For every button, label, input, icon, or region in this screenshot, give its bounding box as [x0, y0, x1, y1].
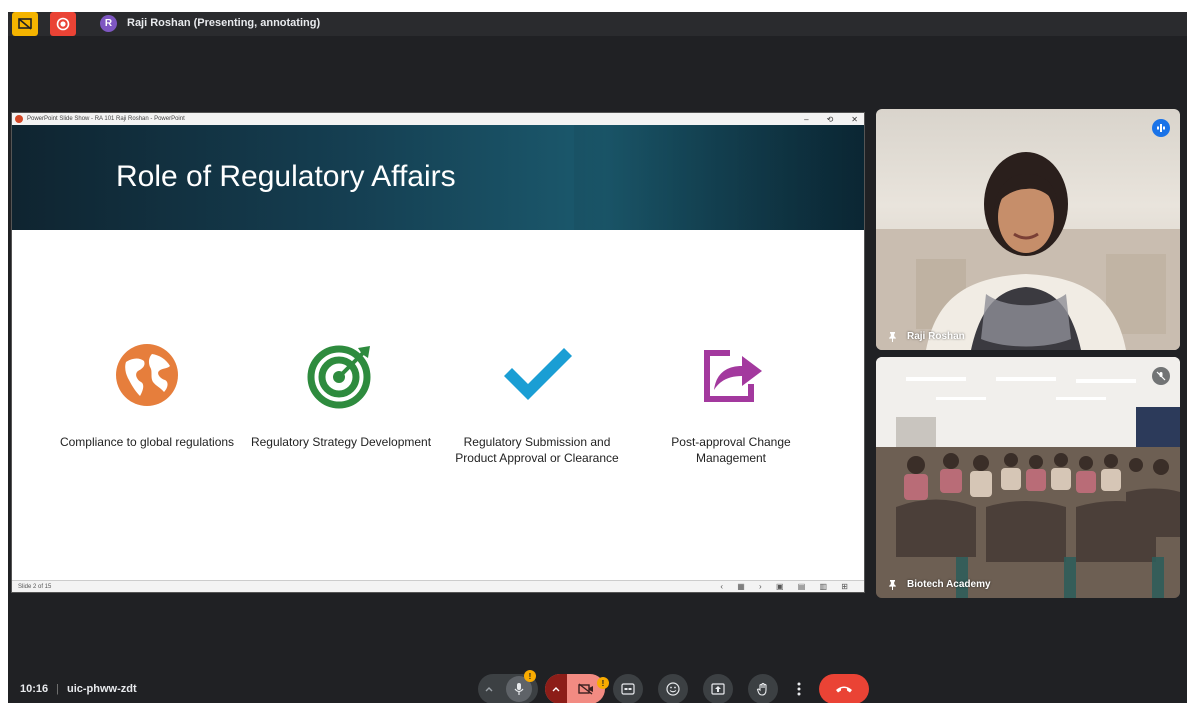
chevron-up-icon: [552, 687, 560, 692]
mic-warning-badge: !: [524, 670, 536, 682]
restore-button[interactable]: ⟲: [827, 115, 834, 124]
info-separator: |: [56, 683, 59, 695]
pin-icon[interactable]: [888, 331, 897, 342]
participant-name-label: Biotech Academy: [907, 579, 991, 590]
presentation-window: PowerPoint Slide Show - RA 101 Raji Rosh…: [11, 112, 865, 593]
pin-icon[interactable]: [888, 579, 897, 590]
emoji-icon: [666, 682, 680, 696]
record-icon: [56, 17, 70, 31]
captions-button[interactable]: [613, 674, 643, 703]
slide-body: Compliance to global regulations Regulat…: [12, 230, 864, 582]
globe-icon: [116, 344, 178, 406]
participant-name: Raji Roshan: [888, 331, 965, 342]
participant-name-label: Raji Roshan: [907, 331, 965, 342]
checkmark-icon: [504, 348, 572, 400]
participant-tile[interactable]: Raji Roshan: [876, 109, 1180, 350]
participant-video: [876, 357, 1180, 598]
slide-counter: Slide 2 of 15: [18, 584, 52, 590]
participant-name: Biotech Academy: [888, 579, 991, 590]
meet-window: R Raji Roshan (Presenting, annotating) P…: [8, 12, 1187, 703]
more-options-button[interactable]: [789, 674, 809, 703]
participant-tile[interactable]: Biotech Academy: [876, 357, 1180, 598]
pp-titlebar: PowerPoint Slide Show - RA 101 Raji Rosh…: [12, 113, 864, 125]
mic-button[interactable]: !: [506, 670, 536, 702]
present-button[interactable]: [703, 674, 733, 703]
reactions-button[interactable]: [658, 674, 688, 703]
feature-strategy: Regulatory Strategy Development: [246, 340, 436, 451]
participant-video: [876, 152, 1180, 350]
slide-nav-controls[interactable]: ‹ ▦ › ▣ ▤ ▥ ⊞: [720, 582, 854, 591]
camera-off-icon: [578, 683, 593, 695]
call-end-icon: [836, 686, 852, 693]
hand-icon: [756, 682, 767, 696]
meeting-code[interactable]: uic-phww-zdt: [67, 683, 137, 695]
speaking-indicator-icon: [1152, 119, 1170, 137]
meeting-time: 10:16: [20, 683, 49, 695]
pp-window-title: PowerPoint Slide Show - RA 101 Raji Rosh…: [27, 116, 185, 122]
leave-call-button[interactable]: [819, 674, 869, 703]
pp-statusbar: Slide 2 of 15 ‹ ▦ › ▣ ▤ ▥ ⊞: [12, 580, 864, 592]
feature-label: Compliance to global regulations: [59, 435, 235, 449]
presenter-avatar: R: [100, 15, 117, 32]
camera-warning-badge: !: [597, 677, 609, 689]
target-icon: [307, 345, 371, 409]
feature-submission: Regulatory Submission and Product Approv…: [442, 340, 632, 466]
mic-off-icon: [1152, 367, 1170, 385]
camera-control[interactable]: !: [545, 674, 609, 703]
feature-label: Post-approval Change Management: [671, 435, 791, 465]
powerpoint-logo-icon: [15, 115, 23, 123]
camera-button[interactable]: !: [567, 677, 609, 695]
presenter-status: Raji Roshan (Presenting, annotating): [127, 17, 321, 29]
mic-icon: [514, 683, 524, 695]
presentation-off-icon: [18, 18, 32, 30]
close-button[interactable]: ✕: [851, 115, 858, 124]
feature-label: Regulatory Submission and Product Approv…: [455, 435, 619, 465]
slide-header: Role of Regulatory Affairs: [12, 125, 864, 230]
chevron-up-icon[interactable]: [484, 684, 494, 694]
present-screen-icon: [711, 683, 725, 695]
captions-icon: [621, 683, 635, 695]
feature-post-approval: Post-approval Change Management: [636, 340, 826, 466]
slide-title: Role of Regulatory Affairs: [116, 160, 456, 193]
meeting-info: 10:16 | uic-phww-zdt: [20, 683, 137, 695]
stop-presenting-button[interactable]: [12, 12, 38, 36]
recording-button[interactable]: [50, 12, 76, 36]
raise-hand-button[interactable]: [748, 674, 778, 703]
more-vert-icon: [797, 682, 801, 696]
minimize-button[interactable]: –: [804, 115, 808, 124]
camera-options-button[interactable]: [545, 674, 567, 703]
feature-label: Regulatory Strategy Development: [250, 435, 432, 449]
feature-compliance: Compliance to global regulations: [52, 340, 242, 451]
share-arrow-icon: [704, 350, 762, 402]
presenter-bar: R Raji Roshan (Presenting, annotating): [8, 12, 1187, 36]
mic-control[interactable]: !: [478, 670, 538, 703]
